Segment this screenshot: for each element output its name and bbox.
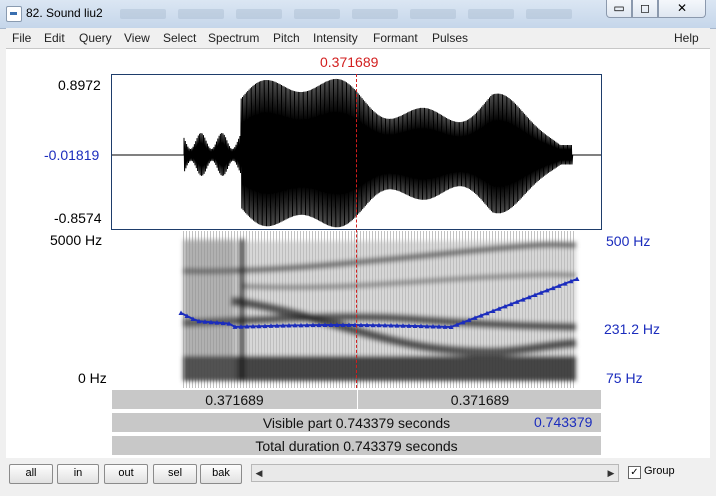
- menu-intensity[interactable]: Intensity: [313, 31, 358, 45]
- minimize-button[interactable]: ▭: [606, 0, 632, 18]
- time-scrollbar[interactable]: ◀ ▶: [251, 464, 619, 482]
- left-part-duration[interactable]: 0.371689: [112, 390, 358, 409]
- menu-pulses[interactable]: Pulses: [432, 31, 468, 45]
- bottom-toolbar: all in out sel bak ◀ ▶ ✓ Group: [6, 458, 710, 490]
- scroll-left-icon[interactable]: ◀: [252, 465, 266, 481]
- visible-end-time: 0.743379: [534, 414, 593, 430]
- menu-view[interactable]: View: [124, 31, 150, 45]
- pitch-bottom-label: 75 Hz: [606, 370, 643, 386]
- menu-query[interactable]: Query: [79, 31, 112, 45]
- window-titlebar: 82. Sound liu2 ▭ ◻ ✕: [0, 0, 716, 29]
- cursor-line: [356, 74, 357, 388]
- menu-help[interactable]: Help: [674, 31, 699, 45]
- waveform-max-label: 0.8972: [58, 77, 101, 93]
- menu-select[interactable]: Select: [163, 31, 196, 45]
- pitch-top-label: 500 Hz: [606, 233, 651, 249]
- menu-edit[interactable]: Edit: [44, 31, 65, 45]
- menu-bar: File Edit Query View Select Spectrum Pit…: [6, 28, 710, 48]
- scroll-right-icon[interactable]: ▶: [604, 465, 618, 481]
- pitch-point: [178, 310, 184, 315]
- zoom-sel-button[interactable]: sel: [153, 464, 197, 484]
- window-title: 82. Sound liu2: [26, 6, 103, 20]
- background-taskbar-ghost: [120, 8, 590, 20]
- total-duration-bar[interactable]: Total duration 0.743379 seconds: [111, 435, 602, 456]
- zoom-back-button[interactable]: bak: [200, 464, 242, 484]
- menu-formant[interactable]: Formant: [373, 31, 418, 45]
- menu-file[interactable]: File: [12, 31, 31, 45]
- visible-part-text: Visible part 0.743379 seconds: [262, 415, 451, 431]
- spectrogram-top-freq-label: 5000 Hz: [50, 232, 103, 248]
- zoom-out-button[interactable]: out: [104, 464, 148, 484]
- spectrogram-bottom-freq-label: 0 Hz: [78, 370, 107, 386]
- group-label: Group: [644, 465, 675, 477]
- app-icon: [6, 6, 22, 22]
- zoom-all-button[interactable]: all: [9, 464, 53, 484]
- visible-part-bar[interactable]: Visible part 0.743379 seconds: [111, 412, 602, 433]
- waveform-zero-label: -0.01819: [44, 147, 100, 163]
- selection-bar[interactable]: 0.371689 0.371689: [111, 389, 602, 410]
- right-part-duration[interactable]: 0.371689: [358, 390, 602, 409]
- cursor-time-label: 0.371689: [320, 54, 379, 70]
- pitch-mid-label: 231.2 Hz: [604, 321, 661, 337]
- zoom-in-button[interactable]: in: [57, 464, 99, 484]
- maximize-button[interactable]: ◻: [632, 0, 658, 18]
- close-button[interactable]: ✕: [658, 0, 706, 18]
- total-duration-text: Total duration 0.743379 seconds: [255, 438, 458, 454]
- group-checkbox[interactable]: ✓: [628, 466, 641, 479]
- menu-pitch[interactable]: Pitch: [273, 31, 300, 45]
- waveform-min-label: -0.8574: [54, 210, 102, 226]
- menu-spectrum[interactable]: Spectrum: [208, 31, 259, 45]
